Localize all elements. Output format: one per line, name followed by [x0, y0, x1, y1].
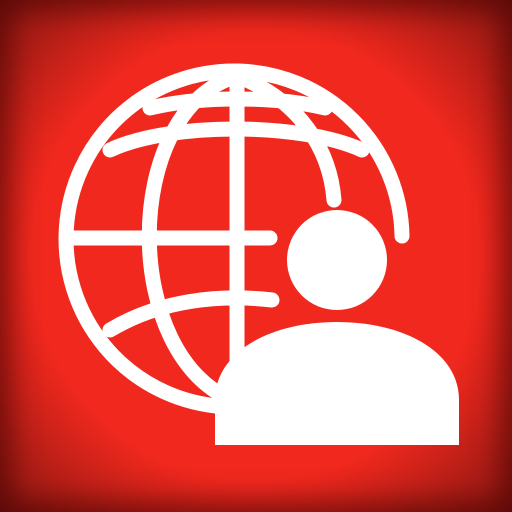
globe-user-glyph: [58, 63, 459, 445]
app-icon[interactable]: [0, 0, 512, 512]
